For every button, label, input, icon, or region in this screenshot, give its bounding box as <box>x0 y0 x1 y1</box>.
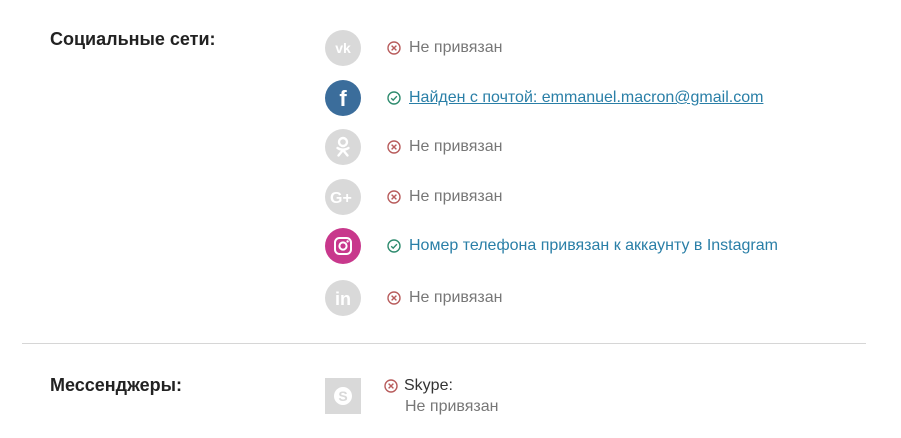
messengers-title: Мессенджеры: <box>50 375 182 395</box>
cross-circle-icon <box>387 291 401 305</box>
odnoklassniki-status: Не привязан <box>387 138 502 156</box>
linkedin-status-text: Не привязан <box>409 289 503 306</box>
social-row-google-plus: G+ Не привязан <box>325 179 502 215</box>
instagram-status: Номер телефона привязан к аккаунту в Ins… <box>387 237 778 255</box>
facebook-icon: f <box>325 80 361 116</box>
cross-circle-icon <box>387 140 401 154</box>
instagram-icon <box>325 228 361 264</box>
google-plus-status-text: Не привязан <box>409 188 503 205</box>
skype-icon: S <box>325 378 361 414</box>
instagram-status-text: Номер телефона привязан к аккаунту в Ins… <box>409 237 778 254</box>
facebook-status: Найден с почтой: emmanuel.macron@gmail.c… <box>387 89 763 107</box>
social-networks-title: Социальные сети: <box>50 29 216 49</box>
facebook-found-link[interactable]: Найден с почтой: emmanuel.macron@gmail.c… <box>409 89 763 107</box>
vk-status: Не привязан <box>387 39 502 57</box>
social-row-odnoklassniki: Не привязан <box>325 129 502 165</box>
cross-circle-icon <box>384 379 398 393</box>
linkedin-status: Не привязан <box>387 289 502 307</box>
odnoklassniki-icon <box>325 129 361 165</box>
vk-status-text: Не привязан <box>409 39 503 56</box>
svg-text:G+: G+ <box>330 190 352 206</box>
svg-text:vk: vk <box>335 41 351 55</box>
section-divider <box>22 343 866 344</box>
svg-text:in: in <box>335 289 351 307</box>
cross-circle-icon <box>387 41 401 55</box>
skype-label: Skype: <box>404 377 453 394</box>
social-row-facebook: f Найден с почтой: emmanuel.macron@gmail… <box>325 80 763 116</box>
skype-status-text: Не привязан <box>405 398 499 415</box>
social-row-instagram: Номер телефона привязан к аккаунту в Ins… <box>325 228 778 264</box>
svg-text:f: f <box>339 87 347 109</box>
social-row-vk: vk Не привязан <box>325 30 502 66</box>
cross-circle-icon <box>387 190 401 204</box>
svg-text:S: S <box>338 388 347 404</box>
check-circle-icon <box>387 239 401 253</box>
skype-label-row: Skype: <box>384 377 453 395</box>
google-plus-status: Не привязан <box>387 188 502 206</box>
google-plus-icon: G+ <box>325 179 361 215</box>
social-row-linkedin: in Не привязан <box>325 280 502 316</box>
check-circle-icon <box>387 91 401 105</box>
vk-icon: vk <box>325 30 361 66</box>
linkedin-icon: in <box>325 280 361 316</box>
odnoklassniki-status-text: Не привязан <box>409 138 503 155</box>
